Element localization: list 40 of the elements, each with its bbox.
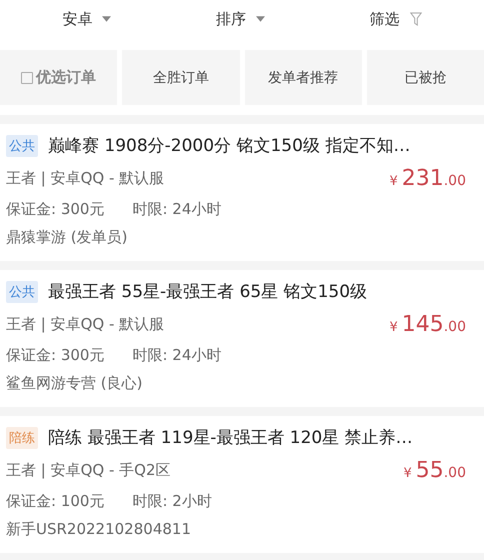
deposit-text: 保证金: 100元 [6, 492, 104, 511]
price-decimal: .00 [444, 465, 466, 481]
game-info: 王者 | 安卓QQ - 默认服 [6, 169, 164, 188]
order-card[interactable]: 陪练 陪练 最强王者 119星-最强王者 120星 禁止养… 王者 | 安卓QQ - 手Q2区 ¥ 55.00 保证金: 100元 时限: 2小时 新手USR2022102804811 [0, 416, 484, 553]
publisher-name: 新手USR2022102804811 [6, 520, 192, 539]
caret-icon [256, 16, 265, 22]
order-card[interactable]: 公共 最强王者 55星-最强王者 65星 铭文150级 王者 | 安卓QQ - 默认服 ¥ 145.00 保证金: 300元 时限: 24小时 鲨鱼网游专营 (良心) [0, 270, 484, 407]
time-limit-text: 时限: 2小时 [132, 492, 212, 511]
deposit-text: 保证金: 300元 [6, 346, 104, 365]
game-info: 王者 | 安卓QQ - 手Q2区 [6, 461, 171, 480]
checkbox[interactable] [21, 72, 34, 84]
currency-symbol: ¥ [403, 466, 412, 481]
filter-chip[interactable]: 发单者推荐 [244, 50, 362, 105]
time-limit-text: 时限: 24小时 [132, 200, 222, 219]
order-card[interactable]: 公共 巅峰赛 1908分-2000分 铭文150级 指定不知… 王者 | 安卓QQ - 默认服 ¥ 231.00 保证金: 300元 时限: 24小时 鼎猿掌游 (发单员) [0, 124, 484, 261]
price-amount: 55 [416, 458, 444, 483]
price-decimal: .00 [444, 173, 466, 189]
price-decimal: .00 [444, 319, 466, 335]
dropdown-button[interactable]: 安卓 [54, 6, 120, 32]
tag: 公共 [6, 134, 38, 156]
currency-symbol: ¥ [389, 174, 398, 189]
price-amount: 145 [402, 312, 444, 337]
dropdown-button[interactable]: 排序 [208, 6, 273, 32]
dropdown-button[interactable]: 筛选 [362, 6, 430, 32]
filter-chip[interactable]: 全胜订单 [122, 50, 240, 105]
order-title: 最强王者 55星-最强王者 65星 铭文150级 [48, 281, 368, 303]
publisher-name: 鲨鱼网游专营 (良心) [6, 374, 144, 393]
filter-chip[interactable]: 已被抢 [366, 50, 484, 105]
currency-symbol: ¥ [389, 320, 398, 335]
order-title: 陪练 最强王者 119星-最强王者 120星 禁止养… [48, 427, 413, 449]
game-info: 王者 | 安卓QQ - 默认服 [6, 315, 164, 334]
order-title: 巅峰赛 1908分-2000分 铭文150级 指定不知… [48, 135, 410, 157]
deposit-text: 保证金: 300元 [6, 200, 104, 219]
filter-icon [410, 12, 422, 26]
time-limit-text: 时限: 24小时 [132, 346, 222, 365]
caret-icon [102, 16, 112, 22]
price-amount: 231 [402, 166, 444, 191]
tag: 公共 [6, 280, 38, 302]
publisher-name: 鼎猿掌游 (发单员) [6, 228, 128, 247]
tag: 陪练 [6, 426, 38, 448]
